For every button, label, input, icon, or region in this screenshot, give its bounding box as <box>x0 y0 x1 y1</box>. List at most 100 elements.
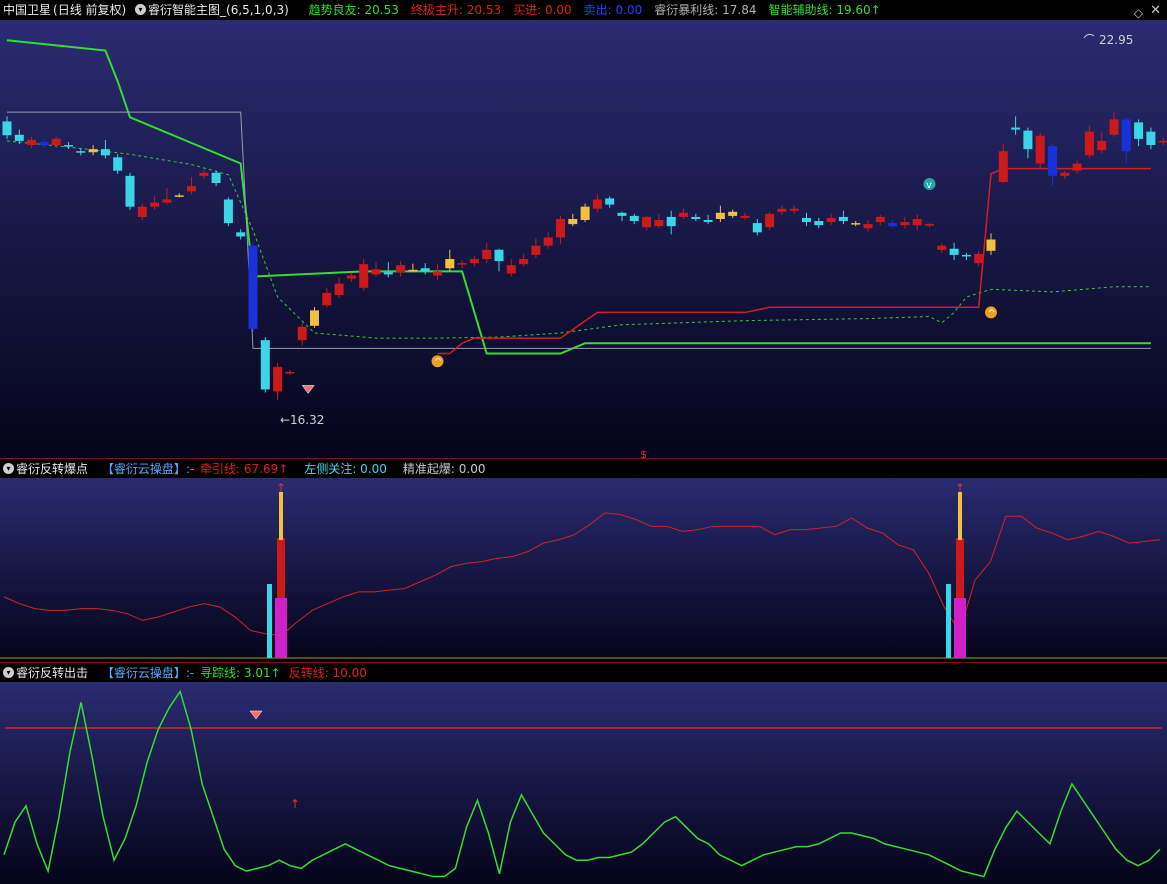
candle-body <box>789 208 799 211</box>
candle-body <box>1084 131 1094 156</box>
candle-body <box>531 245 541 255</box>
candle-body <box>580 206 590 220</box>
candle-body <box>937 245 947 250</box>
candle-body <box>740 215 750 218</box>
sub1-value-2: 精准起爆: 0.00 <box>402 462 486 476</box>
sub2-chart-bg <box>0 682 1167 884</box>
candle-body <box>420 268 430 272</box>
candle-body <box>334 283 344 295</box>
sub1-left-bar <box>267 584 272 658</box>
candle-body <box>1048 146 1057 176</box>
sub1-up-arrow-icon: ↑ <box>276 481 286 495</box>
candle-body <box>482 249 492 260</box>
candle-body <box>1109 119 1119 135</box>
candle-body <box>556 218 565 238</box>
candle-body <box>1023 130 1033 150</box>
candle-body <box>383 272 393 275</box>
candle-body <box>912 218 922 226</box>
candle-body <box>494 249 504 262</box>
candle-body <box>506 265 516 274</box>
sub1-title[interactable]: 睿衍反转爆点 <box>16 462 88 476</box>
candle-body <box>961 254 971 257</box>
candle-body <box>986 239 996 251</box>
candle-body <box>285 372 295 374</box>
sub1-chart-svg[interactable]: ↑ ↑ <box>0 478 1167 660</box>
candle-body <box>211 172 221 184</box>
sub1-chart-bg <box>0 478 1167 660</box>
candle-body <box>691 216 701 219</box>
candle-body <box>629 215 639 222</box>
sub1-value-1: 左侧关注: 0.00 <box>304 462 387 476</box>
low-price-label: 16.32 <box>290 413 324 427</box>
candle-body <box>51 138 61 146</box>
candle-body <box>150 202 160 207</box>
candle-body <box>888 223 898 227</box>
candle-body <box>1072 163 1082 171</box>
sub1-magenta-bar <box>954 598 966 658</box>
candle-body <box>949 248 959 255</box>
close-icon[interactable]: ✕ <box>1150 1 1161 21</box>
sub1-tag: 【睿衍云操盘】:- <box>101 462 195 476</box>
candle-body <box>1011 127 1021 130</box>
sell-signal-icon-glyph: v <box>926 180 932 191</box>
high-price-label: 22.95 <box>1099 33 1133 47</box>
candle-body <box>248 245 258 329</box>
chevron-down-icon[interactable]: ▾ <box>3 463 14 474</box>
sub2-values: 寻踪线: 3.01↑ 反转线: 10.00 <box>200 666 375 680</box>
candle-body <box>802 217 811 223</box>
main-header-bar: 中国卫星 (日线 前复权) ▾ 睿衍智能主图_(6,5,1,0,3) 趋势良友: 2… <box>0 0 1167 20</box>
chevron-down-icon[interactable]: ▾ <box>3 667 14 678</box>
sub2-up-arrow-icon: ↑ <box>290 797 300 811</box>
candle-body <box>371 269 381 275</box>
indicator-name[interactable]: 睿衍智能主图_(6,5,1,0,3) <box>148 3 289 17</box>
candle-body <box>642 216 652 228</box>
candle-body <box>1146 131 1156 146</box>
candle-body <box>1097 140 1107 151</box>
candle-body <box>310 310 319 326</box>
sub1-yellow-bar <box>279 492 283 540</box>
candle-body <box>900 222 910 226</box>
chevron-down-icon[interactable]: ▾ <box>135 4 147 15</box>
candle-body <box>765 213 775 228</box>
candle-body <box>1134 122 1144 139</box>
main-indicator-values: 趋势良友: 20.53 终极主升: 20.53 买进: 0.00 卖出: 0.00 睿衍… <box>309 3 893 17</box>
sub1-values: 牵引线: 67.69↑ 左侧关注: 0.00 精准起爆: 0.00 <box>200 462 501 476</box>
security-name[interactable]: 中国卫星 <box>3 3 51 17</box>
candle-body <box>875 216 885 223</box>
candle-body <box>752 223 762 233</box>
main-chart-svg[interactable]: ^^v 16.32 ← 22.95 $ <box>0 20 1167 460</box>
candle-body <box>223 199 233 224</box>
candle-body <box>457 263 467 265</box>
candle-body <box>974 253 984 264</box>
candle-body <box>162 199 172 203</box>
candle-body <box>715 212 725 219</box>
candle-body <box>925 224 934 226</box>
buy-signal-icon-glyph: ^ <box>988 308 996 319</box>
candle-body <box>469 259 479 264</box>
candle-body <box>27 139 37 146</box>
main-chart-panel: ^ ^ v 16.32 ← 22.95 $ <box>0 20 1167 460</box>
candle-body <box>199 172 209 176</box>
candle-body <box>260 340 270 390</box>
sub1-value-0: 牵引线: 67.69↑ <box>200 462 289 476</box>
header-value-1: 终极主升: 20.53 <box>410 3 502 17</box>
sub2-header-bar: ▾ 睿衍反转出击 【睿衍云操盘】:- 寻踪线: 3.01↑ 反转线: 10.00 <box>0 662 1167 682</box>
header-value-5: 智能辅助线: 19.60↑ <box>768 3 881 17</box>
candle-body <box>838 216 848 222</box>
header-value-4: 睿衍暴利线: 17.84 <box>654 3 757 17</box>
candle-body <box>125 175 135 207</box>
sub1-chart-panel: ↑ ↑ <box>0 478 1167 660</box>
candle-body <box>433 271 442 276</box>
candle-body <box>703 220 713 223</box>
sub2-title[interactable]: 睿衍反转出击 <box>16 666 88 680</box>
sub2-chart-svg[interactable]: ↑ <box>0 682 1167 884</box>
candle-body <box>777 208 787 212</box>
candle-body <box>666 216 676 227</box>
sub1-red-bar <box>277 538 285 598</box>
candle-body <box>592 199 602 209</box>
sub2-chart-panel: ↑ <box>0 682 1167 884</box>
buy-signal-icon-glyph: ^ <box>434 357 442 368</box>
sub1-red-bar <box>956 538 964 598</box>
period-label[interactable]: (日线 前复权) <box>53 3 126 17</box>
candle-body <box>1121 119 1131 152</box>
